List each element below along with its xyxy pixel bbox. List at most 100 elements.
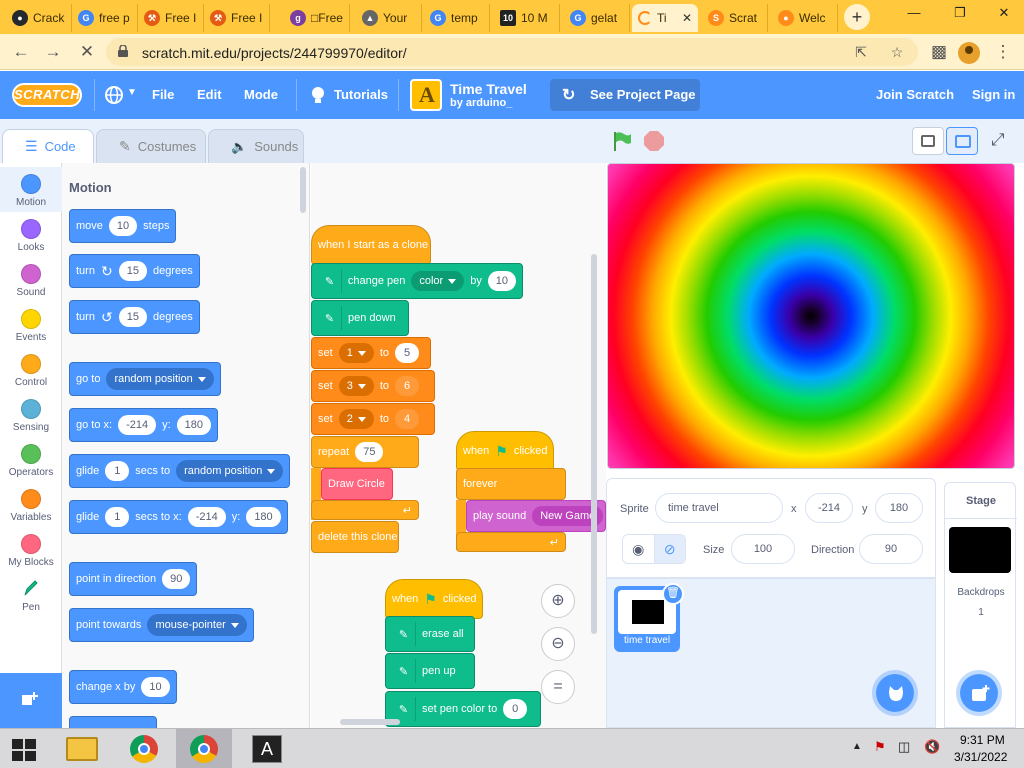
set-pen-color-block[interactable]: ✎ set pen color to 0 [385,691,541,727]
windows-start-icon[interactable] [12,739,36,761]
set-value-input[interactable]: 5 [395,343,419,363]
stop-icon[interactable] [644,131,664,151]
x-input[interactable]: -214 [118,415,157,435]
set-value-input[interactable]: 6 [395,376,419,396]
pen-down-block[interactable]: ✎ pen down [311,300,409,336]
category-control[interactable]: Control [0,347,62,392]
normal-stage-icon[interactable] [946,127,978,155]
browser-tab-7[interactable]: G temp [424,4,490,32]
back-arrow-icon[interactable]: ← [8,40,34,64]
direction-input[interactable]: 90 [162,569,191,589]
tutorials-menu[interactable]: Tutorials [334,87,388,102]
variable-dropdown[interactable]: 1 [338,343,374,363]
join-scratch-link[interactable]: Join Scratch [876,87,954,102]
pen-up-block[interactable]: ✎ pen up [385,653,475,689]
category-sound[interactable]: Sound [0,257,62,302]
category-motion[interactable]: Motion [0,167,62,212]
go-to-block[interactable]: go to random position [69,362,221,396]
secs-input[interactable]: 1 [105,507,130,527]
steps-input[interactable]: 10 [108,216,138,236]
script-area-horizontal-scrollbar[interactable] [340,719,400,725]
point-towards-block[interactable]: point towards mouse-pointer [69,608,254,642]
variable-dropdown[interactable]: 2 [338,409,374,429]
stop-loading-icon[interactable]: ✕ [74,40,100,64]
green-flag-icon[interactable] [612,130,632,152]
file-explorer-button[interactable] [54,729,110,768]
browser-tab-8[interactable]: 10 10 M [494,4,560,32]
browser-tab-active[interactable]: Ti ✕ [632,4,698,32]
minimize-icon[interactable]: — [892,0,936,30]
edit-menu[interactable]: Edit [197,87,222,102]
choose-backdrop-button[interactable] [956,670,1002,716]
play-sound-block[interactable]: play sound New Game [466,500,606,532]
chrome-button[interactable] [116,729,172,768]
repeat-block[interactable]: repeat 75 [311,436,419,468]
tutorials-lightbulb-icon[interactable] [308,84,328,106]
browser-tab-4[interactable]: ⚒ Free I [204,4,270,32]
browser-tab-1[interactable]: ● Crack [6,4,72,32]
turn-left-block[interactable]: turn ↺ 15 degrees [69,300,200,334]
volume-muted-icon[interactable]: 🔇 [924,739,940,755]
clock-date[interactable]: 3/31/2022 [954,750,1007,764]
browser-menu-icon[interactable]: ⋮ [990,40,1016,64]
glide-to-block[interactable]: glide 1 secs to random position [69,454,291,488]
a-app-button[interactable]: A [240,729,296,768]
change-x-input[interactable]: 10 [141,677,170,697]
browser-tab-12[interactable]: ● Welc [772,4,838,32]
set-value-input[interactable]: 4 [395,409,419,429]
profile-avatar[interactable] [958,42,980,64]
set-variable-block[interactable]: set 2 to 4 [311,403,435,435]
globe-icon[interactable] [104,85,124,105]
category-my-blocks[interactable]: My Blocks [0,527,62,572]
network-icon[interactable]: ◫ [898,739,910,755]
restore-icon[interactable]: ❐ [938,0,982,30]
go-to-target-dropdown[interactable]: random position [106,368,214,390]
move-steps-block[interactable]: move 10 steps [69,209,177,243]
browser-tab-5[interactable]: g □Free [284,4,350,32]
file-menu[interactable]: File [152,87,174,102]
browser-tab-9[interactable]: G gelat [564,4,630,32]
zoom-reset-icon[interactable]: = [541,670,575,704]
browser-tab-2[interactable]: G free p [72,4,138,32]
small-stage-icon[interactable] [912,127,944,155]
go-to-xy-block[interactable]: go to x: -214 y: 180 [69,408,219,442]
turn-right-block[interactable]: turn ↻ 15 degrees [69,254,200,288]
palette-scrollbar[interactable] [300,167,306,213]
stage-canvas[interactable] [607,163,1015,469]
x-input[interactable]: -214 [187,507,226,527]
fullscreen-icon[interactable]: ⤢ [984,127,1016,155]
hide-eye-icon[interactable]: ⊘ [654,535,685,563]
glide-target-dropdown[interactable]: random position [176,460,284,482]
set-variable-block[interactable]: set 1 to 5 [311,337,431,369]
extensions-puzzle-icon[interactable]: ▩ [926,40,952,64]
erase-all-block[interactable]: ✎ erase all [385,616,475,652]
when-flag-clicked-hat[interactable]: when ⚑ clicked [456,431,554,471]
y-input[interactable]: 180 [176,415,212,435]
change-x-block[interactable]: change x by 10 [69,670,177,704]
add-extension-button[interactable] [0,673,62,728]
browser-tab-11[interactable]: S Scrat [702,4,768,32]
chrome-active-button[interactable] [176,729,232,768]
repeat-count-input[interactable]: 75 [355,442,384,462]
set-variable-block[interactable]: set 3 to 6 [311,370,435,402]
clock-time[interactable]: 9:31 PM [960,733,1005,747]
draw-circle-block[interactable]: Draw Circle [321,468,393,500]
degrees-input[interactable]: 15 [118,261,147,281]
glide-to-xy-block[interactable]: glide 1 secs to x: -214 y: 180 [69,500,288,534]
degrees-input[interactable]: 15 [118,307,147,327]
close-window-icon[interactable]: ✕ [982,0,1024,30]
browser-tab-6[interactable]: ▲ Your [356,4,422,32]
tab-code[interactable]: ☰ Code [2,129,94,163]
forward-arrow-icon[interactable]: → [40,40,66,64]
see-project-page-button[interactable]: ↻ See Project Page [550,79,700,111]
bookmark-star-icon[interactable]: ☆ [888,43,906,61]
choose-sprite-button[interactable] [872,670,918,716]
when-flag-clicked-hat[interactable]: when ⚑ clicked [385,579,483,619]
pen-param-dropdown[interactable]: color [411,271,465,291]
close-tab-icon[interactable]: ✕ [682,11,692,25]
next-motion-block[interactable] [69,716,157,728]
change-pen-value-input[interactable]: 10 [487,271,516,291]
sprite-name-input[interactable]: time travel [655,493,783,523]
point-in-direction-block[interactable]: point in direction 90 [69,562,198,596]
secs-input[interactable]: 1 [105,461,130,481]
